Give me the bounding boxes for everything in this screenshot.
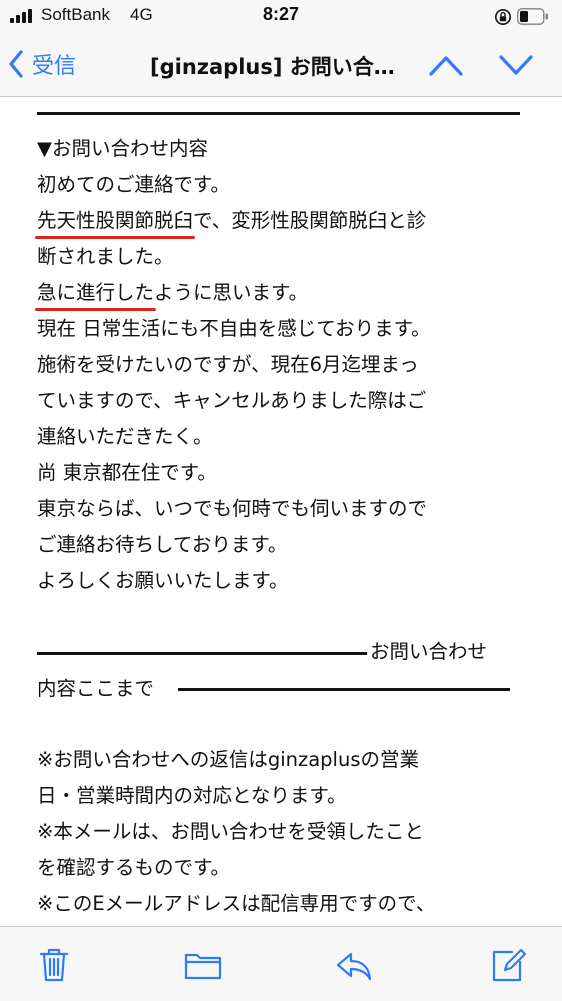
reply-icon[interactable] xyxy=(334,945,374,985)
message-line: 初めてのご連絡です。 xyxy=(37,173,231,196)
message-line: ご連絡お待ちしております。 xyxy=(37,533,288,556)
message-body[interactable]: ▼お問い合わせ内容 初めてのご連絡です。 先天性股関節脱臼 で、変形性股関節脱臼と… xyxy=(0,97,562,925)
status-bar: SoftBank 4G 8:27 xyxy=(0,0,562,34)
underlined-phrase: 急に進行した xyxy=(35,281,157,311)
red-underline-mark xyxy=(35,236,196,239)
message-line: 尚 東京都在住です。 xyxy=(37,461,217,484)
end-marker-text: 内容ここまで xyxy=(37,677,155,700)
next-message-button[interactable] xyxy=(498,50,534,80)
red-underline-mark xyxy=(35,308,157,311)
message-line: 施術を受けたいのですが、現在6月迄埋まっ xyxy=(37,353,419,376)
notice-line: ※本メールは、お問い合わせを受領したこと xyxy=(37,820,424,843)
underlined-phrase: 先天性股関節脱臼 xyxy=(35,209,196,239)
top-divider-line xyxy=(37,112,520,115)
notice-line: を確認するものです。 xyxy=(37,856,231,879)
message-line: 断されました。 xyxy=(37,245,174,268)
end-marker-rule-right xyxy=(178,688,510,691)
message-line: 現在 日常生活にも不自由を感じております。 xyxy=(37,317,431,340)
message-line: 連絡いただきたく。 xyxy=(37,425,213,448)
back-to-inbox-button[interactable]: 受信 xyxy=(8,44,76,84)
battery-icon xyxy=(517,8,548,25)
trash-icon[interactable] xyxy=(34,945,74,985)
message-line: 東京ならば、いつでも何時でも伺いますので xyxy=(37,497,428,520)
compose-icon[interactable] xyxy=(488,945,528,985)
back-button-label: 受信 xyxy=(32,54,77,79)
message-line: よろしくお願いいたします。 xyxy=(37,569,289,592)
status-time: 8:27 xyxy=(262,4,300,24)
notice-line: 日・営業時間内の対応となります。 xyxy=(37,784,347,807)
end-marker-text: お問い合わせ xyxy=(370,640,488,663)
message-subject-title: [ginzaplus] お問い合… xyxy=(150,55,395,79)
bottom-toolbar xyxy=(0,926,562,1001)
section-header: ▼お問い合わせ内容 xyxy=(37,137,208,160)
message-line: 急に進行した ように思います。 xyxy=(35,281,308,311)
folder-icon[interactable] xyxy=(183,945,223,985)
notice-line: ※お問い合わせへの返信はginzaplusの営業 xyxy=(37,748,419,771)
previous-message-button[interactable] xyxy=(428,50,464,80)
message-line: 先天性股関節脱臼 で、変形性股関節脱臼と診 xyxy=(35,209,426,239)
rotation-lock-icon xyxy=(495,9,511,25)
end-marker-rule-left xyxy=(37,652,367,655)
notice-line: ※このEメールアドレスは配信専用ですので、 xyxy=(37,892,436,915)
message-line: ていますので、キャンセルありました際はご xyxy=(37,389,427,412)
chevron-left-icon xyxy=(9,50,23,78)
navigation-bar: 受信 [ginzaplus] お問い合… xyxy=(0,34,562,97)
